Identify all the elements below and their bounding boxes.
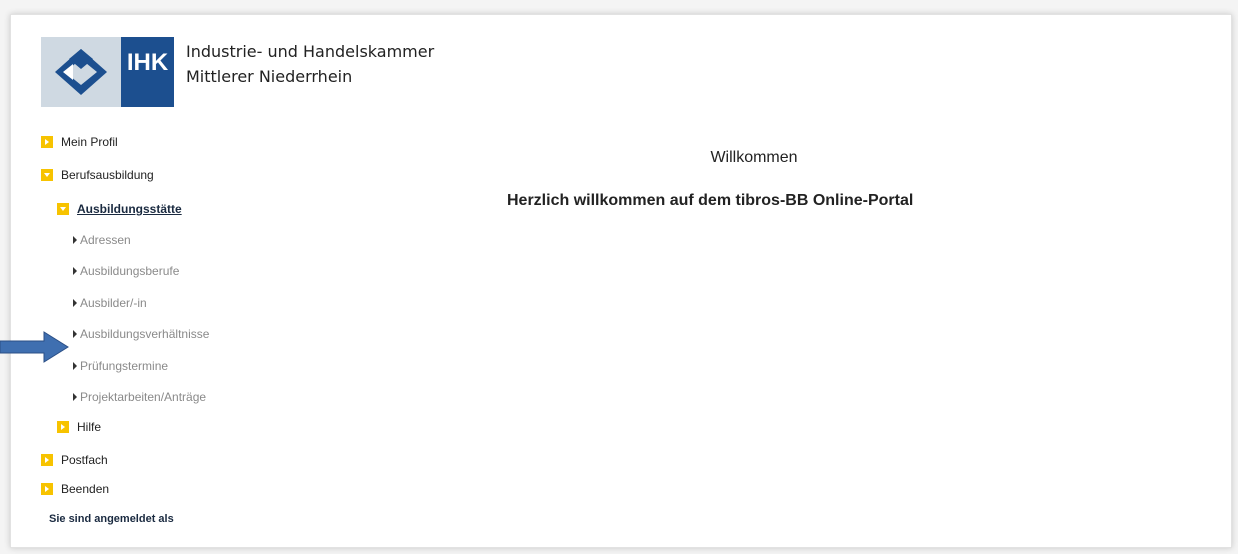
- logo-emblem: [41, 37, 121, 107]
- caret-right-icon: [73, 299, 77, 307]
- session-label: Sie sind angemeldet als: [49, 513, 174, 525]
- logo-text: IHK: [121, 37, 174, 107]
- subnav-label: Adressen: [80, 233, 131, 247]
- nav-item-beenden[interactable]: Beenden: [41, 482, 109, 496]
- nav-item-berufsausbildung[interactable]: Berufsausbildung: [41, 168, 154, 182]
- expand-icon: [41, 483, 53, 495]
- page-frame: IHK Industrie- und Handelskammer Mittler…: [10, 14, 1232, 548]
- caret-right-icon: [73, 393, 77, 401]
- page-title: Willkommen: [710, 149, 798, 166]
- subnav-label: Prüfungstermine: [80, 359, 169, 373]
- expand-icon: [41, 136, 53, 148]
- org-line-1: Industrie- und Handelskammer: [186, 42, 435, 61]
- caret-right-icon: [73, 267, 77, 275]
- organization-name: Industrie- und Handelskammer Mittlerer N…: [186, 39, 434, 89]
- nav-label: Beenden: [61, 482, 110, 496]
- subnav-item-adressen[interactable]: Adressen: [73, 233, 131, 247]
- subnav-item-ausbildungsverhaeltnisse[interactable]: Ausbildungsverhältnisse: [73, 327, 209, 341]
- welcome-message: Herzlich willkommen auf dem tibros-BB On…: [507, 192, 914, 209]
- subnav-item-pruefungstermine[interactable]: Prüfungstermine: [73, 359, 168, 373]
- nav-label: Hilfe: [77, 420, 102, 434]
- ihk-logo[interactable]: IHK: [41, 37, 174, 107]
- caret-right-icon: [73, 330, 77, 338]
- session-user-cutoff: [49, 539, 199, 545]
- nav-label: Berufsausbildung: [61, 168, 154, 182]
- nav-item-mein-profil[interactable]: Mein Profil: [41, 135, 118, 149]
- nav-item-ausbildungsstaette[interactable]: Ausbildungsstätte: [57, 202, 182, 216]
- nav-label-active: Ausbildungsstätte: [77, 202, 182, 216]
- org-line-2: Mittlerer Niederrhein: [186, 67, 353, 86]
- collapse-icon: [41, 169, 53, 181]
- expand-icon: [57, 421, 69, 433]
- ihk-emblem-icon: [55, 49, 107, 95]
- nav-label: Postfach: [61, 453, 108, 467]
- caret-right-icon: [73, 236, 77, 244]
- subnav-label: Ausbilder/-in: [80, 296, 147, 310]
- subnav-label: Ausbildungsberufe: [80, 264, 180, 278]
- subnav-item-ausbildungsberufe[interactable]: Ausbildungsberufe: [73, 264, 179, 278]
- subnav-item-projektarbeiten[interactable]: Projektarbeiten/Anträge: [73, 390, 206, 404]
- nav-item-hilfe[interactable]: Hilfe: [57, 420, 101, 434]
- subnav-item-ausbilder[interactable]: Ausbilder/-in: [73, 296, 147, 310]
- caret-right-icon: [73, 362, 77, 370]
- nav-label: Mein Profil: [61, 135, 118, 149]
- nav-item-postfach[interactable]: Postfach: [41, 453, 108, 467]
- expand-icon: [41, 454, 53, 466]
- collapse-icon: [57, 203, 69, 215]
- subnav-label: Projektarbeiten/Anträge: [80, 390, 207, 404]
- subnav-label: Ausbildungsverhältnisse: [80, 327, 210, 341]
- arrow-right-icon: [0, 331, 69, 363]
